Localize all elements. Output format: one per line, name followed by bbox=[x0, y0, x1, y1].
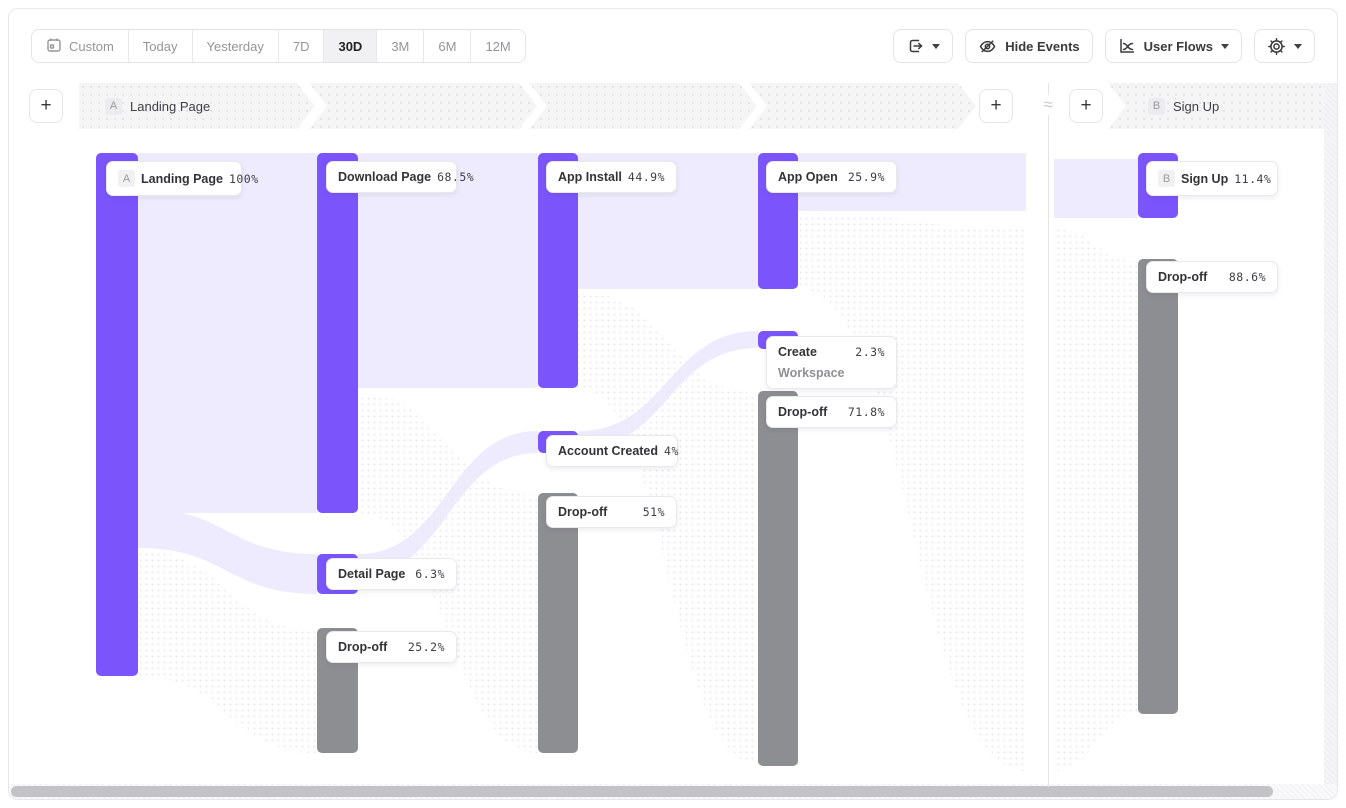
step-letter-badge: B bbox=[1158, 170, 1175, 187]
bar-dropoff-step3[interactable] bbox=[538, 493, 578, 753]
node-label-download-page[interactable]: Download Page 68.5% bbox=[326, 161, 457, 193]
dropflow-appopen bbox=[798, 213, 1026, 771]
flow-break-divider bbox=[1048, 83, 1049, 787]
report-card: Custom Today Yesterday 7D 30D 3M 6M 12M bbox=[8, 8, 1338, 800]
node-label-dropoff-step2[interactable]: Drop-off 25.2% bbox=[326, 631, 457, 663]
bar-dropoff-b[interactable] bbox=[1138, 259, 1178, 714]
vertical-scrollbar[interactable] bbox=[1324, 83, 1337, 787]
node-label-landing-page[interactable]: A Landing Page 100% bbox=[106, 161, 242, 196]
node-label-sign-up[interactable]: B Sign Up 11.4% bbox=[1146, 161, 1278, 196]
bar-dropoff-step4[interactable] bbox=[758, 391, 798, 766]
node-label-app-install[interactable]: App Install 44.9% bbox=[546, 161, 677, 193]
bar-download-page[interactable] bbox=[317, 153, 358, 513]
node-label-dropoff-step3[interactable]: Drop-off 51% bbox=[546, 496, 677, 528]
dropflow-signup bbox=[1054, 229, 1138, 771]
horizontal-scrollbar[interactable] bbox=[9, 784, 1337, 799]
node-label-app-open[interactable]: App Open 25.9% bbox=[766, 161, 897, 193]
node-label-dropoff-step4[interactable]: Drop-off 71.8% bbox=[766, 396, 897, 428]
node-label-dropoff-b[interactable]: Drop-off 88.6% bbox=[1146, 261, 1278, 293]
flow-landing-to-download bbox=[138, 153, 317, 513]
step-letter-badge: A bbox=[118, 170, 135, 187]
node-label-account-created[interactable]: Account Created 4% bbox=[546, 435, 678, 467]
flow-break-to-signup bbox=[1054, 159, 1138, 218]
bar-landing-page[interactable] bbox=[96, 153, 138, 676]
horizontal-scrollbar-thumb[interactable] bbox=[11, 786, 1273, 797]
node-label-detail-page[interactable]: Detail Page 6.3% bbox=[326, 558, 457, 590]
flow-break-symbol: ≈ bbox=[1035, 95, 1061, 115]
user-flows-screen: Custom Today Yesterday 7D 30D 3M 6M 12M bbox=[0, 0, 1346, 808]
node-label-create-workspace[interactable]: Create 2.3% Workspace bbox=[766, 336, 897, 389]
